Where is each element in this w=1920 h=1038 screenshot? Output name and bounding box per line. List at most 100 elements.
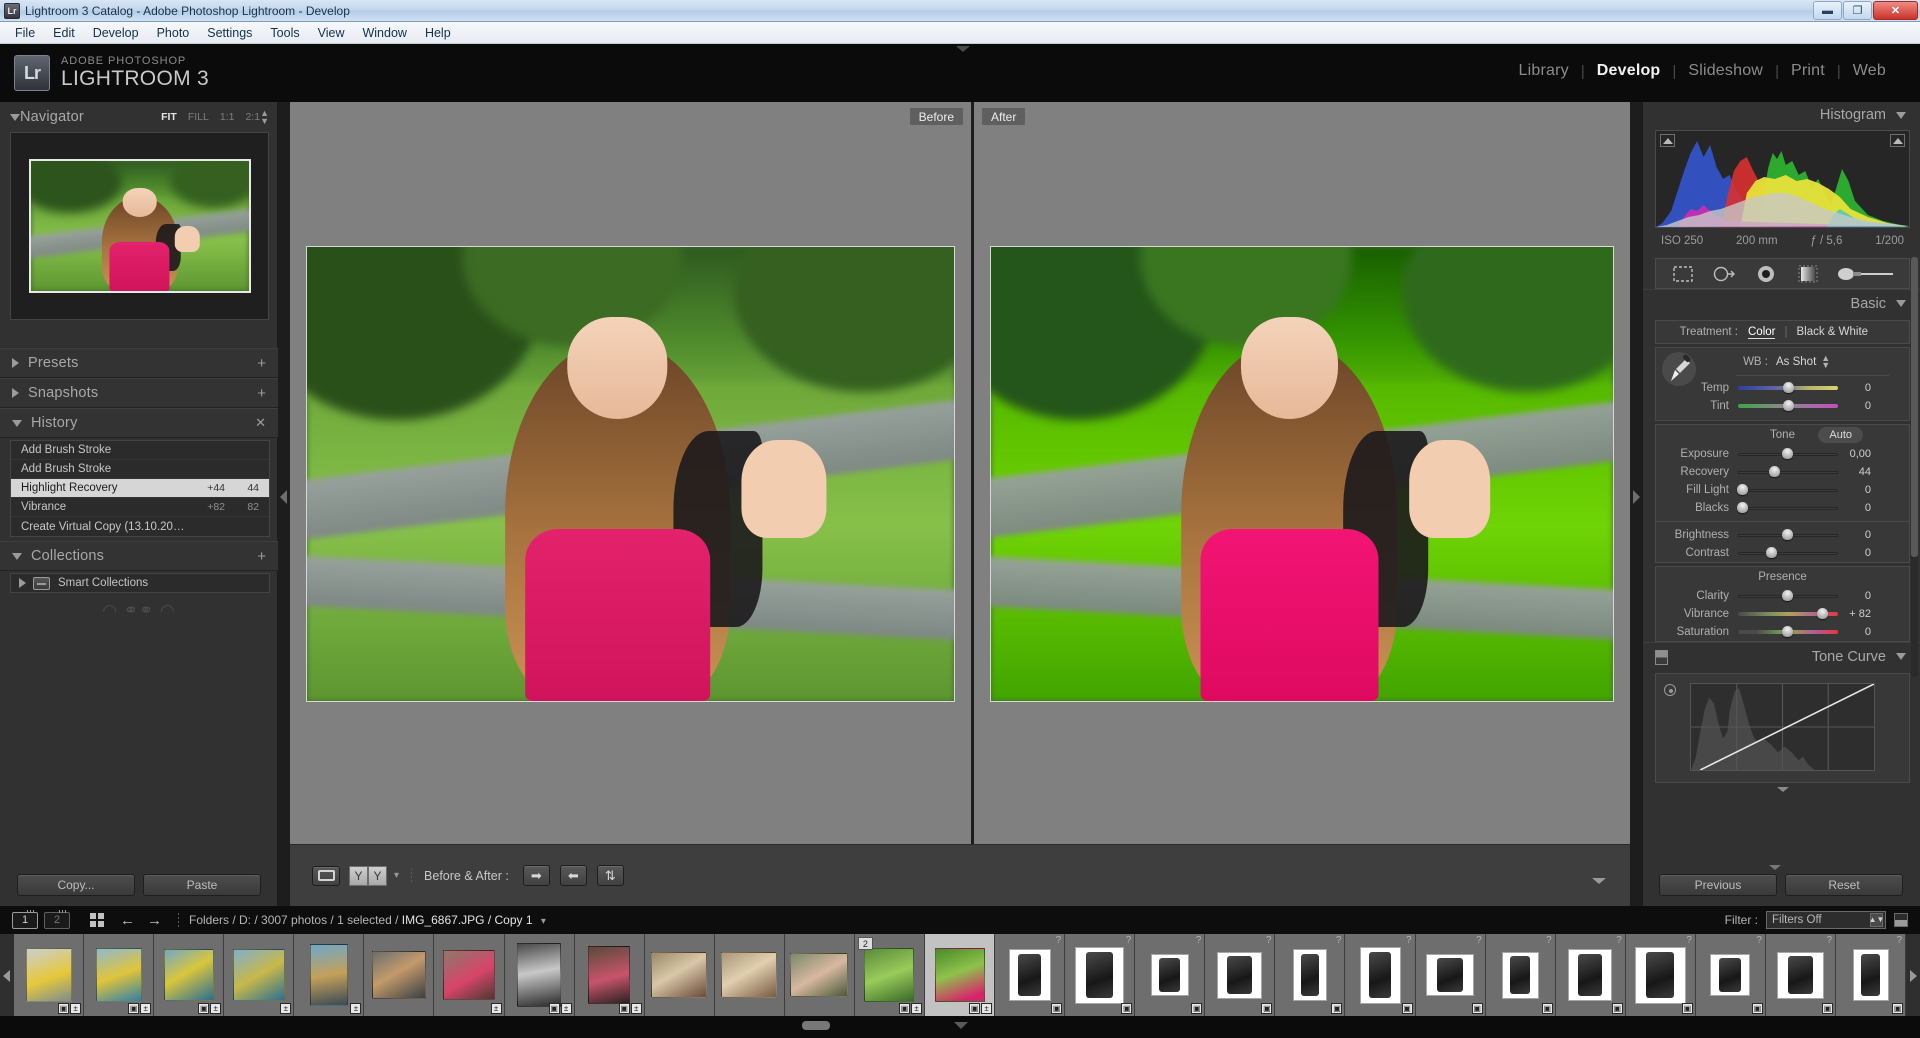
view-preset-2-button[interactable]: 2	[44, 909, 70, 929]
missing-photo-icon[interactable]: ?	[1897, 935, 1903, 946]
back-arrow-icon[interactable]: ←	[120, 912, 135, 929]
copy-button[interactable]: Copy...	[17, 874, 135, 896]
snapshots-twisty-icon[interactable]	[12, 388, 19, 398]
module-slideshow[interactable]: Slideshow	[1676, 62, 1775, 80]
forward-arrow-icon[interactable]: →	[147, 912, 162, 929]
filmstrip-thumbnail[interactable]: ±	[434, 934, 505, 1016]
filmstrip-thumbnail[interactable]: ? ▣	[995, 934, 1066, 1016]
slider-exposure[interactable]: Exposure 0,00	[1656, 445, 1909, 463]
missing-photo-icon[interactable]: ?	[1126, 935, 1132, 946]
filmstrip-thumbnail[interactable]: ▣ ±	[154, 934, 225, 1016]
viewer-toolbar-caret-icon[interactable]	[1592, 878, 1606, 884]
menu-item-photo[interactable]: Photo	[148, 24, 199, 42]
close-button[interactable]: ✕	[1873, 1, 1918, 20]
history-twisty-icon[interactable]	[12, 419, 22, 427]
adjustment-badge-icon[interactable]: ±	[981, 1003, 993, 1014]
copy-settings-right-icon[interactable]: ➡	[522, 865, 550, 886]
clear-history-icon[interactable]: ✕	[255, 415, 266, 431]
filmstrip-thumbnail[interactable]: ? ▣	[1485, 934, 1556, 1016]
slider-fill-light[interactable]: Fill Light 0	[1656, 481, 1909, 499]
slider-knob[interactable]	[1783, 400, 1794, 411]
crop-badge-icon[interactable]: ▣	[1261, 1003, 1273, 1014]
header-collapse-caret[interactable]	[956, 46, 970, 52]
slider-track[interactable]	[1738, 529, 1838, 540]
filmstrip-thumbnail[interactable]: ? ▣	[1555, 934, 1626, 1016]
presets-header[interactable]: Presets +	[0, 348, 278, 378]
collections-twisty-icon[interactable]	[12, 552, 22, 560]
crop-badge-icon[interactable]: ▣	[1892, 1003, 1904, 1014]
right-panel-caret-icon[interactable]	[1769, 865, 1781, 870]
navigator-twisty-icon[interactable]	[10, 113, 20, 121]
slider-knob[interactable]	[1782, 448, 1793, 459]
filmstrip-prev-arrow-icon[interactable]	[3, 970, 10, 982]
slider-knob[interactable]	[1782, 626, 1793, 637]
missing-photo-icon[interactable]: ?	[1196, 935, 1202, 946]
history-row[interactable]: Create Virtual Copy (13.10.2010 20:08:..…	[11, 517, 269, 536]
treatment-option-color[interactable]: Color	[1748, 326, 1776, 339]
navigator-zoom-stepper-icon[interactable]: ▲ ▼	[260, 108, 269, 125]
crop-badge-icon[interactable]: ▣	[58, 1003, 70, 1014]
adjustment-badge-icon[interactable]: ±	[490, 1003, 502, 1014]
slider-tint[interactable]: Tint 0	[1656, 397, 1909, 415]
smart-collections-twisty-icon[interactable]	[19, 578, 26, 588]
slider-knob[interactable]	[1817, 608, 1828, 619]
flag-reject-icon[interactable]: Y	[368, 865, 387, 886]
histogram-twisty-icon[interactable]	[1896, 111, 1906, 119]
adjustment-badge-icon[interactable]: ±	[140, 1003, 152, 1014]
adjustment-badge-icon[interactable]: ±	[210, 1003, 222, 1014]
crop-badge-icon[interactable]: ▣	[548, 1003, 560, 1014]
filter-toggle-switch[interactable]	[1894, 913, 1908, 927]
maximize-button[interactable]: ❐	[1843, 1, 1872, 20]
slider-track[interactable]	[1737, 484, 1838, 495]
filmstrip-thumbnail[interactable]: ? ▣	[1345, 934, 1416, 1016]
slider-track[interactable]	[1738, 590, 1838, 601]
collection-item-smart-collections[interactable]: Smart Collections	[10, 573, 270, 593]
crop-badge-icon[interactable]: ▣	[899, 1003, 911, 1014]
histogram-chart[interactable]	[1655, 130, 1910, 228]
slider-value[interactable]: 0	[1838, 590, 1880, 602]
graduated-filter-icon[interactable]	[1794, 263, 1822, 284]
filmstrip-thumbnail[interactable]: ? ▣	[1135, 934, 1206, 1016]
right-panel-collapse-strip[interactable]	[1630, 102, 1642, 906]
slider-track[interactable]	[1738, 608, 1838, 619]
filmstrip-thumbnail[interactable]	[714, 934, 785, 1016]
zoom-level-1-1[interactable]: 1:1	[220, 111, 235, 123]
tone-curve-twisty-icon[interactable]	[1896, 653, 1906, 660]
add-collection-icon[interactable]: +	[257, 549, 266, 564]
crop-badge-icon[interactable]: ▣	[1471, 1003, 1483, 1014]
before-image[interactable]	[306, 246, 955, 702]
slider-track[interactable]	[1738, 448, 1838, 459]
filmstrip-collapse-caret-icon[interactable]	[954, 1022, 968, 1029]
highlight-clipping-icon[interactable]	[1890, 134, 1905, 147]
slider-value[interactable]: 44	[1838, 466, 1880, 478]
slider-brightness[interactable]: Brightness 0	[1656, 526, 1909, 544]
filmstrip-thumbnail[interactable]: ? ▣	[1836, 934, 1907, 1016]
white-balance-selector-icon[interactable]	[1662, 352, 1696, 386]
module-develop[interactable]: Develop	[1585, 62, 1673, 80]
adjustment-badge-icon[interactable]: ±	[280, 1003, 292, 1014]
slider-knob[interactable]	[1737, 502, 1748, 513]
adjustment-badge-icon[interactable]: ±	[350, 1003, 362, 1014]
crop-badge-icon[interactable]: ▣	[1051, 1003, 1063, 1014]
basic-header[interactable]: Basic	[1643, 289, 1920, 317]
collapse-left-arrow-icon[interactable]	[280, 490, 287, 504]
filter-select[interactable]: Filters Off ▲▼	[1766, 911, 1886, 929]
filmstrip-thumbnail[interactable]: 2 ▣ ±	[854, 934, 926, 1016]
menu-item-develop[interactable]: Develop	[84, 24, 148, 42]
copy-settings-left-icon[interactable]: ⬅	[559, 865, 587, 886]
history-row[interactable]: Add Brush Stroke	[11, 441, 269, 460]
menu-item-settings[interactable]: Settings	[198, 24, 261, 42]
slider-clarity[interactable]: Clarity 0	[1656, 587, 1909, 605]
history-row[interactable]: Vibrance +82 82	[11, 498, 269, 517]
treatment-option-bw[interactable]: Black & White	[1796, 326, 1868, 338]
module-library[interactable]: Library	[1507, 62, 1581, 80]
slider-value[interactable]: + 82	[1838, 608, 1880, 620]
module-print[interactable]: Print	[1779, 62, 1837, 80]
flag-pick-icon[interactable]: Y	[349, 865, 368, 886]
missing-photo-icon[interactable]: ?	[1266, 935, 1272, 946]
adjustment-brush-icon[interactable]	[1836, 263, 1896, 284]
crop-badge-icon[interactable]: ▣	[1401, 1003, 1413, 1014]
slider-track[interactable]	[1738, 626, 1838, 637]
snapshots-header[interactable]: Snapshots +	[0, 378, 278, 408]
slider-value[interactable]: 0,00	[1838, 448, 1880, 460]
